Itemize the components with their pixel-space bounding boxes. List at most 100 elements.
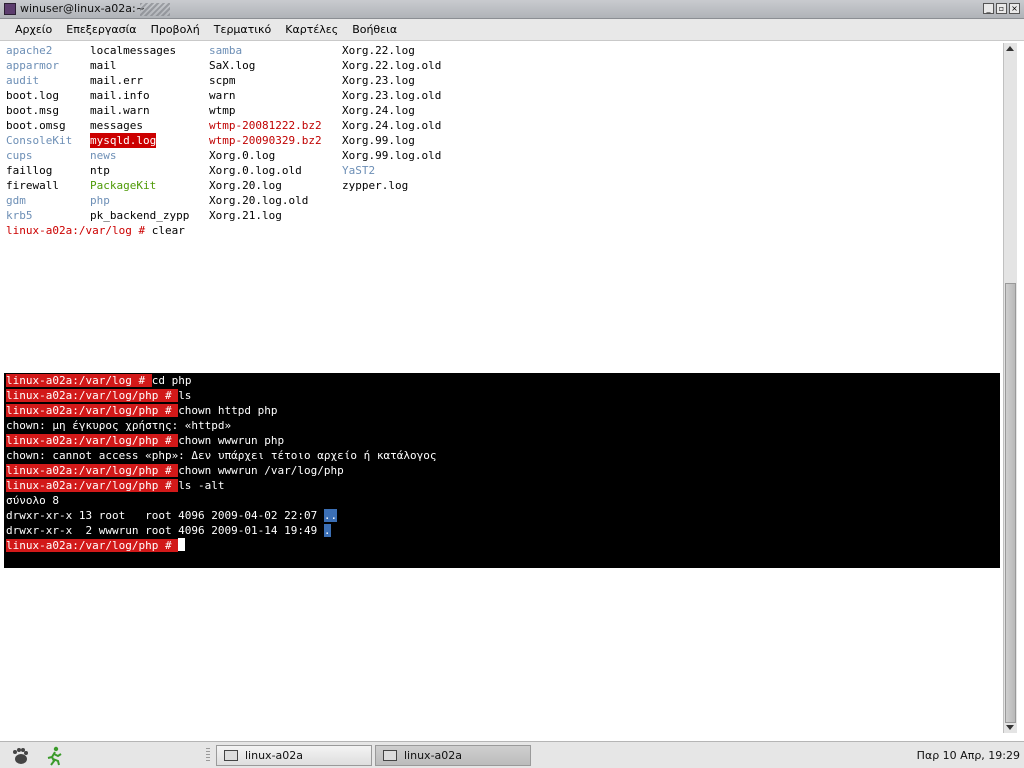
window-title: winuser@linux-a02a:~ — [20, 2, 145, 15]
listing-entry: Xorg.20.log — [209, 179, 282, 192]
listing-row: faillog ntp Xorg.0.log.old YaST2 — [6, 163, 375, 178]
prompt: linux-a02a:/var/log/php # — [6, 389, 179, 402]
session-line: drwxr-xr-x 13 root root 4096 2009-04-02 … — [6, 508, 436, 523]
listing-entry: warn — [209, 89, 236, 102]
listing-row: boot.msg mail.warn wtmp Xorg.24.log — [6, 103, 415, 118]
gnome-foot-icon[interactable] — [10, 746, 30, 766]
listing-entry: boot.omsg — [6, 119, 66, 132]
menu-terminal[interactable]: Τερματικό — [207, 23, 278, 36]
listing-entry: zypper.log — [342, 179, 409, 192]
text-cursor — [178, 538, 186, 551]
terminal-scrollbar[interactable] — [1003, 43, 1017, 733]
session-line: linux-a02a:/var/log/php # chown wwwrun /… — [6, 463, 436, 478]
listing-entry: Xorg.22.log — [342, 44, 415, 57]
listing-entry: gdm — [6, 194, 26, 207]
maximize-button[interactable]: ▫ — [996, 3, 1007, 14]
menubar: Αρχείο Επεξεργασία Προβολή Τερματικό Καρ… — [0, 19, 1024, 41]
terminal-session-block: linux-a02a:/var/log # cd php linux-a02a:/… — [4, 373, 1000, 568]
listing-entry: Xorg.24.log — [342, 104, 415, 117]
listing-entry: Xorg.24.log.old — [342, 119, 442, 132]
taskbar-task-2[interactable]: linux-a02a — [375, 745, 531, 766]
clear-command-line: linux-a02a:/var/log # clear — [6, 223, 185, 238]
line-text: ls — [178, 389, 192, 402]
terminal-task-icon — [224, 750, 238, 761]
session-line: chown: μη έγκυρος χρήστης: «httpd» — [6, 418, 436, 433]
listing-entry: audit — [6, 74, 40, 87]
listing-entry: apache2 — [6, 44, 53, 57]
listing-entry: wtmp-20090329.bz2 — [209, 134, 322, 147]
terminal-task-icon — [383, 750, 397, 761]
session-line: linux-a02a:/var/log/php # chown httpd ph… — [6, 403, 436, 418]
menu-help[interactable]: Βοήθεια — [345, 23, 404, 36]
line-text: cd php — [151, 374, 192, 387]
taskbar-separator — [206, 748, 210, 762]
terminal-app-icon[interactable] — [4, 3, 16, 15]
listing-entry: boot.log — [6, 89, 59, 102]
menu-tabs[interactable]: Καρτέλες — [278, 23, 345, 36]
session-line: linux-a02a:/var/log/php # — [6, 538, 436, 553]
session-line: chown: cannot access «php»: Δεν υπάρχει … — [6, 448, 436, 463]
clock[interactable]: Παρ 10 Απρ, 19:29 — [917, 749, 1020, 762]
listing-entry: Xorg.99.log — [342, 134, 415, 147]
listing-entry: wtmp-20081222.bz2 — [209, 119, 322, 132]
task-label: linux-a02a — [404, 749, 463, 762]
listing-entry: cups — [6, 149, 33, 162]
listing-entry: localmessages — [90, 44, 177, 57]
prompt: linux-a02a:/var/log/php # — [6, 539, 179, 552]
listing-entry: mail.err — [90, 74, 143, 87]
window-titlebar[interactable]: winuser@linux-a02a:~ _ ▫ × — [0, 0, 1024, 19]
listing-row: apparmor mail SaX.log Xorg.22.log.old — [6, 58, 441, 73]
listing-entry: mail — [90, 59, 117, 72]
line-text: chown wwwrun /var/log/php — [178, 464, 344, 477]
prompt: linux-a02a:/var/log/php # — [6, 464, 179, 477]
runner-icon[interactable] — [44, 746, 64, 766]
listing-entry: Xorg.23.log — [342, 74, 415, 87]
listing-row: boot.log mail.info warn Xorg.23.log.old — [6, 88, 441, 103]
listing-entry: ConsoleKit — [6, 134, 73, 147]
listing-row: boot.omsg messages wtmp-20081222.bz2 Xorg.2… — [6, 118, 441, 133]
menu-file[interactable]: Αρχείο — [8, 23, 59, 36]
prompt: linux-a02a:/var/log/php # — [6, 479, 179, 492]
taskbar-task-1[interactable]: linux-a02a — [216, 745, 372, 766]
task-label: linux-a02a — [245, 749, 304, 762]
menu-view[interactable]: Προβολή — [144, 23, 207, 36]
selected-entry: .. — [323, 509, 338, 522]
listing-entry: scpm — [209, 74, 236, 87]
listing-row: gdm php Xorg.20.log.old — [6, 193, 308, 208]
session-line: linux-a02a:/var/log/php # ls — [6, 388, 436, 403]
prompt: linux-a02a:/var/log # — [6, 224, 152, 237]
scroll-up-icon[interactable] — [1006, 46, 1014, 51]
line-text: ls -alt — [178, 479, 225, 492]
listing-entry: samba — [209, 44, 243, 57]
listing-row: apache2 localmessages samba Xorg.22.log — [6, 43, 415, 58]
taskbar: linux-a02a linux-a02a Παρ 10 Απρ, 19:29 — [0, 741, 1024, 768]
listing-row: audit mail.err scpm Xorg.23.log — [6, 73, 415, 88]
command-text: clear — [151, 224, 185, 237]
listing-entry: apparmor — [6, 59, 59, 72]
listing-entry: Xorg.21.log — [209, 209, 282, 222]
listing-entry: Xorg.0.log.old — [209, 164, 302, 177]
prompt: linux-a02a:/var/log/php # — [6, 434, 179, 447]
close-button[interactable]: × — [1009, 3, 1020, 14]
listing-entry: firewall — [6, 179, 59, 192]
listing-entry: Xorg.99.log.old — [342, 149, 442, 162]
line-text: chown httpd php — [178, 404, 278, 417]
session-output: linux-a02a:/var/log # cd php linux-a02a:/… — [6, 373, 436, 553]
terminal-area[interactable]: apache2 localmessages samba Xorg.22.log appa… — [4, 43, 1002, 733]
listing-entry: messages — [90, 119, 143, 132]
minimize-button[interactable]: _ — [983, 3, 994, 14]
line-text: chown wwwrun php — [178, 434, 285, 447]
line-text: σύνολο 8 — [6, 494, 59, 507]
listing-row: firewall PackageKit Xorg.20.log zypper.log — [6, 178, 408, 193]
listing-entry: php — [90, 194, 110, 207]
selected-entry: . — [323, 524, 331, 537]
prompt: linux-a02a:/var/log/php # — [6, 404, 179, 417]
scrollbar-thumb[interactable] — [1005, 283, 1016, 723]
listing-entry: PackageKit — [90, 179, 157, 192]
prompt: linux-a02a:/var/log # — [6, 374, 152, 387]
line-text: drwxr-xr-x 2 wwwrun root 4096 2009-01-14… — [6, 524, 324, 537]
scroll-down-icon[interactable] — [1006, 725, 1014, 730]
session-line: σύνολο 8 — [6, 493, 436, 508]
titlebar-grip — [140, 3, 170, 16]
menu-edit[interactable]: Επεξεργασία — [59, 23, 143, 36]
